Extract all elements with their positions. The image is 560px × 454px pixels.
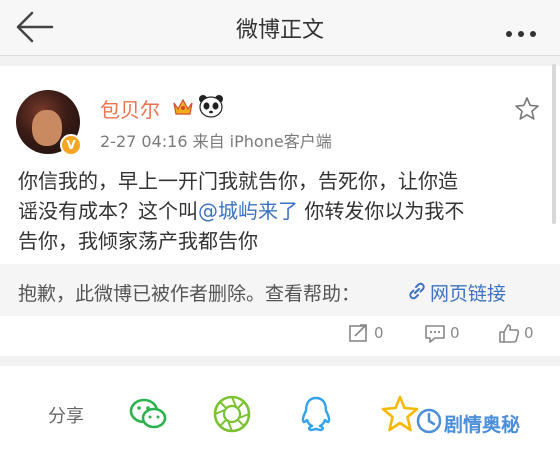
content-line: 你信我的，早上一开门我就告你，告死你，让你造 (18, 169, 458, 193)
crown-badge-icon (173, 98, 193, 115)
content-line: 告你，我倾家荡产我都告你 (18, 229, 258, 253)
watermark-logo-icon (416, 408, 442, 434)
watermark-text: 剧情奥秘 (444, 414, 521, 436)
post-content: 你信我的，早上一开门我就告你，告死你，让你造 谣没有成本？这个叫@城屿来了 你转… (18, 166, 548, 256)
moments-icon[interactable] (212, 394, 252, 434)
post-username[interactable]: 包贝尔 (100, 94, 160, 123)
like-button[interactable]: 0 (498, 322, 538, 346)
more-options-icon[interactable] (506, 22, 542, 37)
thumbs-up-icon (499, 324, 520, 343)
post-meta: 2-27 04:16 来自 iPhone客户端 (100, 132, 332, 151)
content-text: 你转发你以为我不 (298, 199, 465, 223)
content-line: 谣没有成本？这个叫@城屿来了 你转发你以为我不 (18, 196, 548, 226)
watermark: 剧情奥秘 (416, 404, 556, 444)
panda-badge-icon (199, 95, 223, 118)
mention-link[interactable]: @城屿来了 (198, 199, 298, 223)
page-title: 微博正文 (235, 18, 324, 43)
comment-button[interactable]: 0 (424, 322, 464, 346)
repost-button[interactable]: 0 (348, 322, 388, 346)
repost-icon (349, 324, 367, 342)
nav-bar: 微博正文 (0, 0, 560, 56)
scrollbar[interactable] (552, 64, 556, 224)
repost-count: 0 (374, 324, 384, 342)
like-count: 0 (524, 324, 534, 342)
web-link[interactable]: 网页链接 (430, 279, 506, 306)
content-text: 谣没有成本？这个叫 (18, 199, 198, 223)
share-label: 分享 (48, 406, 84, 427)
wechat-icon[interactable] (128, 394, 168, 434)
favorite-star-icon[interactable] (514, 96, 540, 122)
link-icon[interactable] (406, 280, 428, 302)
qq-icon[interactable] (296, 394, 336, 434)
deleted-message: 抱歉，此微博已被作者删除。查看帮助： (18, 283, 361, 305)
comment-icon (425, 325, 445, 343)
comment-count: 0 (450, 324, 460, 342)
deleted-notice: 抱歉，此微博已被作者删除。查看帮助： 网页链接 (0, 264, 560, 316)
action-bar: 0 0 0 (0, 316, 560, 356)
qzone-icon[interactable] (380, 394, 420, 434)
verified-badge-icon: V (60, 134, 82, 156)
post-card: V 包贝尔 2-27 04:16 来自 iPhone客户端 你信我的，早上一开门… (0, 66, 560, 264)
